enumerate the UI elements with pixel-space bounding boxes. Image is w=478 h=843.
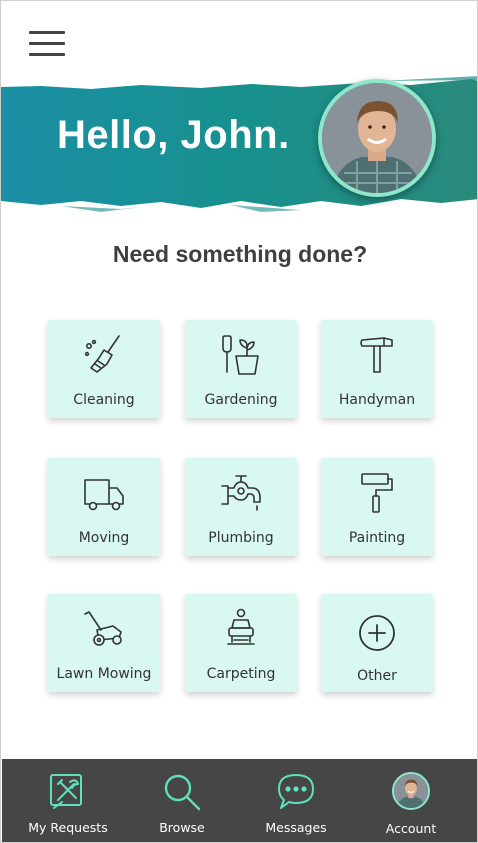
nav-my-requests[interactable]: My Requests [11,759,125,842]
chat-bubble-icon [278,774,314,809]
service-label: Gardening [204,392,278,408]
lawn-mower-icon [84,611,122,646]
hammer-icon [360,337,393,373]
plus-circle-icon [359,615,395,651]
nav-label: Browse [159,820,205,835]
avatar[interactable] [318,79,436,197]
tools-icon [50,774,82,809]
hamburger-menu-icon[interactable] [29,29,65,59]
nav-label: My Requests [28,820,108,835]
service-label: Painting [348,530,406,546]
service-tile-handyman[interactable]: Handyman [321,320,433,418]
service-label: Moving [78,530,130,546]
service-label: Plumbing [208,530,274,546]
broom-icon [84,335,120,373]
truck-icon [84,479,124,511]
nav-browse[interactable]: Browse [125,759,239,842]
service-label: Cleaning [73,392,135,408]
service-label: Handyman [338,392,416,408]
service-label: Carpeting [206,666,276,682]
nav-account[interactable]: Account [354,759,468,842]
plant-pot-icon [222,335,259,375]
bottom-navigation: My Requests Browse Messages Account [2,759,477,842]
service-tile-gardening[interactable]: Gardening [185,320,297,418]
service-label: Other [357,668,397,684]
greeting-title: Hello, John. [57,113,290,157]
nav-label: Account [385,821,437,836]
search-icon [164,774,201,811]
service-tile-carpeting[interactable]: Carpeting [185,594,297,692]
prompt-heading: Need something done? [112,241,368,267]
paint-roller-icon [361,473,393,513]
avatar [392,772,430,810]
service-label: Lawn Mowing [56,666,152,682]
service-tile-cleaning[interactable]: Cleaning [48,320,160,418]
service-tile-painting[interactable]: Painting [321,458,433,556]
nav-label: Messages [265,820,327,835]
service-tile-lawn-mowing[interactable]: Lawn Mowing [48,594,160,692]
app-screen: Hello, John. Need something done? Cleani… [0,0,478,843]
carpet-cleaner-icon [227,608,255,645]
nav-messages[interactable]: Messages [239,759,353,842]
service-tile-other[interactable]: Other [321,594,433,692]
service-tile-plumbing[interactable]: Plumbing [185,458,297,556]
faucet-icon [221,475,261,511]
service-tile-moving[interactable]: Moving [48,458,160,556]
